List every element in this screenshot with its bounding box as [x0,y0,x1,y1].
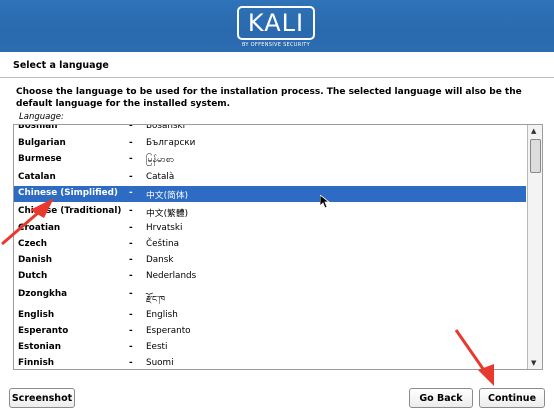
language-name: Chinese (Traditional) [18,206,122,216]
language-separator: - [129,239,133,249]
page-description: Choose the language to be used for the i… [16,87,522,109]
language-native-name: Eesti [146,342,168,352]
language-name: Chinese (Simplified) [18,188,118,198]
language-separator: - [129,223,133,233]
page-title: Select a language [13,60,109,71]
language-option[interactable]: Dutch - Nederlands [14,269,526,285]
language-separator: - [129,326,133,336]
language-native-name: Dansk [146,255,174,265]
language-native-name: 中文(简体) [146,191,189,201]
language-native-name: Esperanto [146,326,191,336]
language-separator: - [129,342,133,352]
language-native-name: Hrvatski [146,223,183,233]
language-name: English [18,310,55,320]
logo-subtitle: BY OFFENSIVE SECURITY [241,42,311,48]
language-separator: - [129,358,133,368]
language-option[interactable]: Chinese (Simplified) - 中文(简体) [14,186,526,202]
screenshot-button[interactable]: Screenshot [9,388,75,408]
language-option[interactable]: Catalan - Català [14,170,526,186]
language-list-scrollbar[interactable]: ▲ ▼ [527,125,542,369]
language-native-name: Bosanski [146,124,186,131]
language-native-name: Català [146,172,175,182]
language-native-name: Български [146,138,196,148]
language-name: Esperanto [18,326,69,336]
logo-text: KALI [247,9,305,37]
language-separator: - [129,188,133,198]
scroll-up-icon[interactable]: ▲ [531,127,536,135]
language-name: Bosnian [18,124,58,131]
language-name: Catalan [18,172,56,182]
language-option[interactable]: English - English [14,308,526,324]
scroll-down-icon[interactable]: ▼ [531,359,536,367]
language-option[interactable]: Esperanto - Esperanto [14,324,526,340]
language-name: Dzongkha [18,289,68,299]
language-native-name: 中文(繁體) [146,209,189,219]
language-separator: - [129,310,133,320]
language-list[interactable]: Bosnian - Bosanski Bulgarian - Български Burme… [13,124,543,370]
language-name: Croatian [18,223,61,233]
kali-banner: KALI BY OFFENSIVE SECURITY [0,0,554,52]
language-separator: - [129,289,133,299]
language-option[interactable]: Chinese (Traditional) - 中文(繁體) [14,204,526,220]
language-option[interactable]: Croatian - Hrvatski [14,221,526,237]
language-native-name: English [146,310,178,320]
kali-logo: KALI [237,6,315,40]
language-name: Dutch [18,271,48,281]
language-option[interactable]: Finnish - Suomi [14,356,526,369]
language-name: Estonian [18,342,61,352]
language-native-name: Suomi [146,358,174,368]
language-native-name: မြန်မာစာ [146,155,175,165]
language-option[interactable]: Bosnian - Bosanski [14,124,526,135]
language-name: Bulgarian [18,138,66,148]
scrollbar-thumb[interactable] [530,139,541,173]
language-native-name: Nederlands [146,271,197,281]
go-back-button[interactable]: Go Back [409,388,473,408]
language-name: Danish [18,255,53,265]
language-option[interactable]: Burmese - မြန်မာစာ [14,152,526,168]
language-option[interactable]: Danish - Dansk [14,253,526,269]
language-separator: - [129,271,133,281]
mouse-pointer-icon [320,195,330,209]
language-native-name: Čeština [146,239,179,249]
language-separator: - [129,172,133,182]
language-option[interactable]: Czech - Čeština [14,237,526,253]
continue-button[interactable]: Continue [479,388,545,408]
language-name: Czech [18,239,48,249]
language-option[interactable]: Estonian - Eesti [14,340,526,356]
language-option[interactable]: Dzongkha - རྫོང་ཁ [14,287,526,305]
divider [0,77,554,78]
language-separator: - [129,206,133,216]
language-separator: - [129,138,133,148]
language-separator: - [129,124,133,131]
language-option[interactable]: Bulgarian - Български [14,136,526,152]
language-name: Finnish [18,358,55,368]
language-field-label: Language: [19,112,64,122]
language-separator: - [129,154,133,164]
language-name: Burmese [18,154,62,164]
language-separator: - [129,255,133,265]
